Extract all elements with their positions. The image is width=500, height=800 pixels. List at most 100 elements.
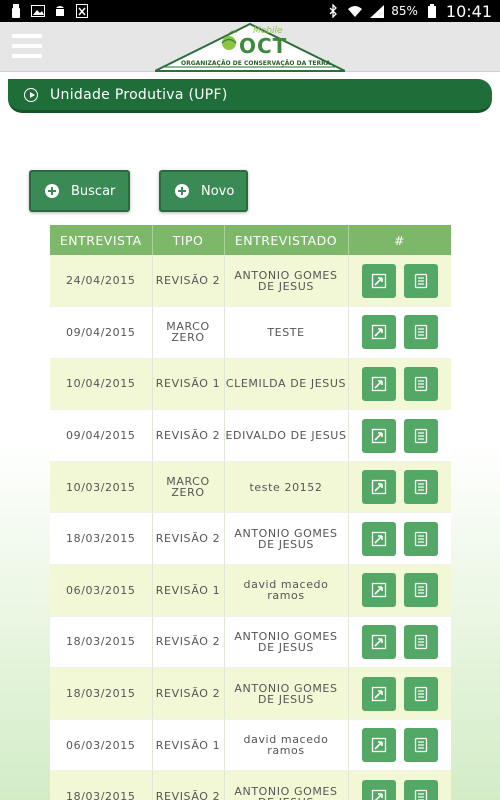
column-header-tipo: TIPO [152, 225, 225, 255]
battery-percent: 85% [391, 4, 418, 18]
buscar-button[interactable]: Buscar [29, 170, 130, 212]
table-row[interactable]: 09/04/2015 MARCO ZERO TESTE [50, 306, 451, 359]
plus-circle-icon [175, 184, 189, 198]
document-icon [414, 376, 428, 392]
document-button[interactable] [403, 521, 438, 556]
cell-entrevista: 18/03/2015 [50, 667, 153, 720]
cell-entrevistado: teste 20152 [224, 461, 349, 514]
cell-tipo: REVISÃO 2 [152, 667, 225, 720]
document-button[interactable] [403, 470, 438, 505]
edit-button[interactable] [361, 315, 396, 350]
edit-button[interactable] [361, 728, 396, 763]
table-row[interactable]: 10/03/2015 MARCO ZERO teste 20152 [50, 461, 451, 514]
cell-entrevista: 09/04/2015 [50, 306, 153, 359]
table-row[interactable]: 18/03/2015REVISÃO 2ANTONIO GOMES DE JESU… [50, 616, 451, 669]
document-button[interactable] [403, 728, 438, 763]
logo-org-text: ORGANIZAÇÃO DE CONSERVAÇÃO DA TERRA [181, 60, 331, 67]
cell-entrevistado: ANTONIO GOMES DE JESUS [224, 770, 349, 800]
image-icon [30, 4, 46, 18]
table-row[interactable]: 10/04/2015 REVISÃO 1 CLEMILDA DE JESUS [50, 358, 451, 411]
novo-button[interactable]: Novo [159, 170, 248, 212]
cell-tipo: REVISÃO 2 [152, 770, 225, 800]
document-icon [414, 428, 428, 444]
edit-button[interactable] [361, 676, 396, 711]
table-row[interactable]: 24/04/2015 REVISÃO 2 ANTONIO GOMES DE JESU… [50, 255, 451, 308]
cell-entrevista: 06/03/2015 [50, 719, 153, 772]
document-icon [414, 737, 428, 753]
cell-actions [348, 770, 451, 800]
cell-entrevista: 10/03/2015 [50, 461, 153, 514]
document-icon [414, 686, 428, 702]
menu-icon[interactable] [12, 34, 42, 58]
edit-icon [371, 789, 387, 800]
edit-button[interactable] [361, 779, 396, 800]
cell-actions [348, 409, 451, 462]
cell-entrevista: 09/04/2015 [50, 409, 153, 462]
edit-button[interactable] [361, 521, 396, 556]
cell-entrevistado: ANTONIO GOMES DE JESUS [224, 616, 349, 669]
novo-label: Novo [201, 183, 235, 199]
cell-tipo: REVISÃO 2 [152, 409, 225, 462]
cell-entrevista: 18/03/2015 [50, 616, 153, 669]
interviews-table: ENTREVISTA TIPO ENTREVISTADO # 24/04/201… [50, 225, 451, 800]
document-icon [414, 789, 428, 800]
play-circle-icon [24, 87, 38, 102]
document-button[interactable] [403, 624, 438, 659]
battery-icon [424, 4, 440, 18]
status-bar: 85% 10:41 [0, 0, 500, 22]
cell-entrevista: 24/04/2015 [50, 255, 153, 308]
edit-button[interactable] [361, 573, 396, 608]
column-header-entrevistado: ENTREVISTADO [224, 225, 349, 255]
document-button[interactable] [403, 263, 438, 298]
edit-button[interactable] [361, 418, 396, 453]
cell-actions [348, 719, 451, 772]
document-button[interactable] [403, 315, 438, 350]
document-icon [414, 479, 428, 495]
buscar-label: Buscar [71, 183, 116, 199]
edit-icon [371, 273, 387, 289]
table-row[interactable]: 06/03/2015 REVISÃO 1 david macedo ramos [50, 719, 451, 772]
edit-button[interactable] [361, 470, 396, 505]
cell-entrevistado: TESTE [224, 306, 349, 359]
document-button[interactable] [403, 573, 438, 608]
app-bar: Mobile OCT ORGANIZAÇÃO DE CONSERVAÇÃO DA… [0, 22, 500, 72]
cell-actions [348, 358, 451, 411]
table-row[interactable]: 18/03/2015REVISÃO 2ANTONIO GOMES DE JESU… [50, 770, 451, 800]
table-row[interactable]: 06/03/2015 REVISÃO 1 david macedo ramos [50, 564, 451, 617]
cell-tipo: REVISÃO 1 [152, 564, 225, 617]
edit-icon [371, 479, 387, 495]
document-button[interactable] [403, 366, 438, 401]
cell-entrevistado: EDIVALDO DE JESUS [224, 409, 349, 462]
document-icon [414, 531, 428, 547]
plus-circle-icon [45, 184, 59, 198]
excel-icon [74, 4, 90, 18]
edit-icon [371, 324, 387, 340]
cell-actions [348, 461, 451, 514]
logo-oct-text: OCT [239, 34, 288, 58]
cell-entrevistado: ANTONIO GOMES DE JESUS [224, 512, 349, 566]
table-header-row: ENTREVISTA TIPO ENTREVISTADO # [50, 225, 451, 255]
edit-button[interactable] [361, 263, 396, 298]
edit-button[interactable] [361, 366, 396, 401]
document-icon [414, 582, 428, 598]
column-header-actions: # [348, 225, 451, 255]
cell-tipo: REVISÃO 1 [152, 358, 225, 411]
document-button[interactable] [403, 676, 438, 711]
table-row[interactable]: 09/04/2015 REVISÃO 2 EDIVALDO DE JESUS [50, 409, 451, 462]
bluetooth-icon [325, 4, 341, 18]
cell-actions [348, 564, 451, 617]
document-button[interactable] [403, 779, 438, 800]
document-button[interactable] [403, 418, 438, 453]
cell-actions [348, 306, 451, 359]
edit-button[interactable] [361, 624, 396, 659]
signal-icon [369, 4, 385, 18]
document-icon [414, 324, 428, 340]
cell-tipo: MARCO ZERO [152, 306, 225, 359]
cell-entrevistado: david macedo ramos [224, 719, 349, 772]
table-row[interactable]: 18/03/2015REVISÃO 2ANTONIO GOMES DE JESU… [50, 512, 451, 566]
table-row[interactable]: 18/03/2015REVISÃO 2ANTONIO GOMES DE JESU… [50, 667, 451, 720]
document-icon [414, 273, 428, 289]
clock: 10:41 [445, 1, 492, 21]
wifi-icon [347, 4, 363, 18]
edit-icon [371, 376, 387, 392]
